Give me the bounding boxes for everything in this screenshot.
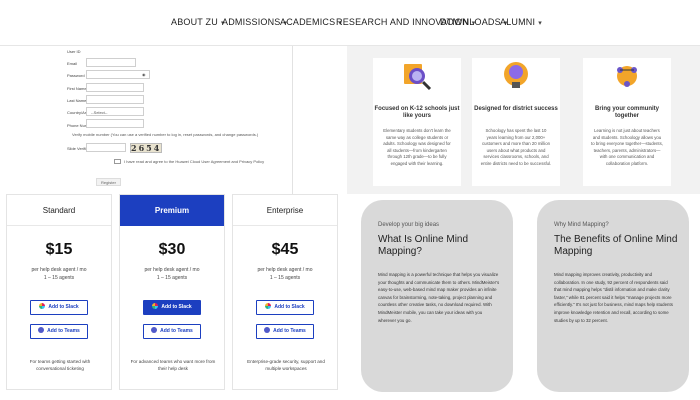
mindmap-card: Why Mind Mapping? The Benefits of Online…	[537, 200, 689, 392]
feature-card: Focused on K-12 schools just like yours …	[373, 58, 461, 186]
feature-section: Focused on K-12 schools just like yours …	[347, 46, 700, 194]
country-select[interactable]: --Select--	[86, 107, 144, 116]
plan-description: For advanced teams who want more from th…	[130, 359, 216, 371]
plan-name: Standard	[7, 195, 111, 226]
add-to-slack-button[interactable]: Add to Slack	[30, 300, 88, 315]
mindmap-card: Develop your big ideas What Is Online Mi…	[361, 200, 513, 392]
card-text: Mind mapping improves creativity, produc…	[554, 272, 673, 323]
slack-icon	[152, 303, 159, 309]
plan-per: per help desk agent / mo 1 – 15 agents	[31, 267, 87, 281]
add-to-teams-button[interactable]: Add to Teams	[30, 324, 88, 339]
verification-input[interactable]	[86, 143, 126, 152]
field-label-email: Email	[67, 61, 78, 66]
feature-text: Schoology has spent the last 10 years le…	[480, 128, 552, 166]
top-navigation: ABOUT ZU ▾ ADMISSIONS ▾ ACADEMICS ▾ RESEARC…	[0, 0, 700, 46]
plan-name: Premium	[120, 195, 224, 226]
add-to-slack-button[interactable]: Add to Slack	[256, 300, 314, 315]
agree-checkbox[interactable]	[114, 159, 121, 164]
plan-per: per help desk agent / mo 1 – 15 agents	[144, 267, 200, 281]
feature-title: Bring your community together	[594, 106, 659, 119]
slack-icon	[265, 303, 272, 309]
teams-icon	[151, 327, 158, 333]
pricing-card-enterprise: Enterprise $45 per help desk agent / mo 1…	[232, 194, 338, 390]
plan-description: For teams getting started with conversat…	[29, 359, 91, 371]
magnifier-icon	[404, 64, 432, 91]
plan-price: $15	[45, 241, 73, 258]
plan-description: Enterprise-grade security, support and m…	[247, 359, 325, 371]
feature-card: Bring your community together Learning i…	[583, 58, 671, 186]
nav-alumni[interactable]: ALUMNI ▾	[500, 17, 542, 27]
lightbulb-icon	[504, 62, 528, 88]
nav-downloads[interactable]: DOWNLOADS ▾	[440, 17, 508, 27]
card-subtitle: Why Mind Mapping?	[554, 222, 609, 228]
plan-price: $30	[158, 241, 186, 258]
add-to-teams-button[interactable]: Add to Teams	[143, 324, 201, 339]
phone-field[interactable]	[86, 119, 144, 128]
pricing-card-standard: Standard $15 per help desk agent / mo 1 –…	[6, 194, 112, 390]
divider	[292, 46, 293, 194]
community-icon	[617, 66, 637, 87]
field-label-password: Password	[67, 73, 85, 78]
first-name-field[interactable]	[86, 83, 144, 92]
field-label-user-id: User ID	[67, 49, 81, 54]
slack-icon	[39, 303, 46, 309]
card-title: What Is Online Mind Mapping?	[378, 234, 469, 257]
nav-academics[interactable]: ACADEMICS ▾	[280, 17, 342, 27]
field-label-last-name: Last Name	[67, 98, 87, 103]
card-text: Mind mapping is a powerful technique tha…	[378, 272, 500, 323]
email-field[interactable]	[86, 58, 136, 67]
teams-icon	[38, 327, 45, 333]
last-name-field[interactable]	[86, 95, 144, 104]
feature-title: Designed for district success	[474, 106, 558, 112]
teams-icon	[264, 327, 271, 333]
plan-price: $45	[271, 241, 299, 258]
captcha-image[interactable]: 2654	[130, 143, 162, 153]
pricing-card-premium: Premium $30 per help desk agent / mo 1 – …	[119, 194, 225, 390]
nav-about[interactable]: ABOUT ZU ▾	[171, 17, 225, 27]
feature-text: Elementary students don't learn the same…	[383, 128, 451, 166]
verify-note: Verify mobile number (You can use a veri…	[72, 132, 259, 137]
plan-name: Enterprise	[233, 195, 337, 226]
card-subtitle: Develop your big ideas	[378, 222, 440, 228]
eye-icon[interactable]: ◉	[142, 72, 146, 77]
plan-per: per help desk agent / mo 1 – 15 agents	[257, 267, 313, 281]
register-button[interactable]: Register	[96, 178, 121, 186]
password-field[interactable]	[86, 70, 150, 79]
feature-title: Focused on K-12 schools just like yours	[374, 106, 460, 119]
registration-form: User ID Email Password ◉ First Name Last…	[0, 46, 345, 194]
nav-admissions[interactable]: ADMISSIONS ▾	[222, 17, 287, 27]
agree-text: I have read and agree to the Huawei Clou…	[124, 159, 265, 164]
add-to-teams-button[interactable]: Add to Teams	[256, 324, 314, 339]
feature-text: Learning is not just about teachers and …	[591, 128, 663, 166]
feature-card: Designed for district success Schoology …	[472, 58, 560, 186]
card-title: The Benefits of Online Mind Mapping	[554, 234, 678, 257]
field-label-first-name: First Name	[67, 86, 87, 91]
add-to-slack-button[interactable]: Add to Slack	[143, 300, 201, 315]
chevron-down-icon: ▾	[538, 20, 542, 27]
